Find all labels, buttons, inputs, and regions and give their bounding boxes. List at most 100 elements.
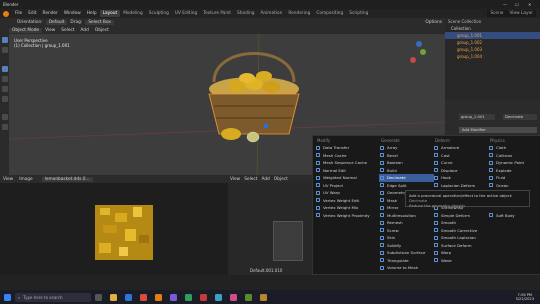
app-taskbar-icon[interactable] (200, 293, 207, 301)
close-icon[interactable]: ✕ (528, 2, 531, 7)
menu-item[interactable]: Warp (433, 249, 488, 257)
taskbar-clock[interactable]: 7:56 PM 5/22/2023 (516, 293, 534, 301)
image-menu-image[interactable]: Image (16, 177, 35, 182)
menu-item[interactable]: UV Warp (315, 189, 370, 197)
windows-start-icon[interactable] (4, 293, 11, 301)
modifier-type-field[interactable]: Decimate (503, 114, 537, 120)
menu-item[interactable]: Skin (379, 234, 434, 242)
menu-item[interactable]: Curve (433, 159, 488, 167)
menu-item[interactable]: Vertex Weight Edit (315, 197, 370, 205)
view-layer-selector[interactable]: View Layer (506, 10, 536, 17)
menu-edit[interactable]: Edit (25, 11, 39, 16)
menu-item[interactable]: Boolean (379, 159, 434, 167)
app-taskbar-icon[interactable] (245, 293, 252, 301)
menu-item[interactable]: Laplacian Deform (433, 182, 488, 190)
menu-item[interactable]: Displace (433, 167, 488, 175)
menu-item[interactable]: Armature (433, 144, 488, 152)
menu-item[interactable]: Triangulate (379, 257, 434, 265)
image-editor-canvas[interactable] (0, 183, 228, 275)
maximize-icon[interactable]: ☐ (515, 2, 519, 7)
menu-item[interactable]: Smooth (433, 219, 488, 227)
tab-layout[interactable]: Layout (99, 10, 121, 17)
tab-compositing[interactable]: Compositing (313, 10, 346, 17)
menu-item[interactable]: Remesh (379, 219, 434, 227)
image-name-field[interactable]: lemonbasket.dds.0... (41, 176, 93, 182)
node-menu-select[interactable]: Select (242, 177, 259, 182)
select-box-tool-icon[interactable] (2, 37, 8, 43)
tab-uv-editing[interactable]: UV Editing (172, 10, 200, 17)
menu-render[interactable]: Render (40, 11, 61, 16)
app-taskbar-icon[interactable] (170, 293, 177, 301)
menu-item[interactable]: Solidify (379, 242, 434, 250)
basket-model[interactable] (208, 52, 300, 143)
menu-item[interactable]: Fluid (488, 174, 540, 182)
image-menu-view[interactable]: View (0, 177, 16, 182)
menu-file[interactable]: File (12, 11, 25, 16)
menu-item[interactable]: Volume to Mesh (379, 264, 434, 272)
drag-dropdown[interactable]: Select Box (85, 19, 114, 25)
scene-selector[interactable]: Scene (487, 10, 507, 17)
menu-item[interactable]: Collision (488, 152, 540, 160)
menu-item-highlighted[interactable]: Decimate (379, 174, 434, 182)
outliner-row[interactable]: group_1.003 (445, 46, 540, 53)
viewport-menu-object[interactable]: Object (92, 28, 112, 33)
blender-logo-icon[interactable] (3, 10, 9, 17)
tab-rendering[interactable]: Rendering (285, 10, 313, 17)
menu-help[interactable]: Help (84, 11, 100, 16)
tab-modeling[interactable]: Modeling (120, 10, 146, 17)
app-taskbar-icon[interactable] (185, 293, 192, 301)
menu-item[interactable]: Dynamic Paint (488, 159, 540, 167)
menu-item[interactable]: Vertex Weight Mix (315, 204, 370, 212)
menu-item[interactable]: Subdivision Surface (379, 249, 434, 257)
menu-item[interactable]: Surface Deform (433, 242, 488, 250)
object-name-field[interactable]: group_1.001 (459, 114, 495, 120)
menu-item[interactable]: Smooth Laplacian (433, 234, 488, 242)
tab-texture-paint[interactable]: Texture Paint (200, 10, 234, 17)
menu-item[interactable]: Cloth (488, 144, 540, 152)
tab-scripting[interactable]: Scripting (346, 10, 371, 17)
tab-animation[interactable]: Animation (257, 10, 285, 17)
menu-item[interactable]: Bevel (379, 152, 434, 160)
annotate-tool-icon[interactable] (2, 114, 8, 120)
menu-item[interactable]: Mesh Sequence Cache (315, 159, 370, 167)
menu-item[interactable]: Normal Edit (315, 167, 370, 175)
orientation-dropdown[interactable]: Default (45, 19, 68, 25)
node-menu-object[interactable]: Object (272, 177, 290, 182)
file-explorer-icon[interactable] (110, 293, 117, 301)
menu-item[interactable]: Hook (433, 174, 488, 182)
outliner-row-selected[interactable]: group_1.001 (445, 32, 540, 39)
menu-item[interactable]: Mesh Cache (315, 152, 370, 160)
tab-sculpting[interactable]: Sculpting (146, 10, 172, 17)
menu-item[interactable]: Array (379, 144, 434, 152)
node-menu-add[interactable]: Add (259, 177, 271, 182)
menu-item[interactable]: Build (379, 167, 434, 175)
tab-shading[interactable]: Shading (234, 10, 257, 17)
chrome-browser-icon[interactable] (140, 293, 147, 301)
add-modifier-button[interactable]: Add Modifier (459, 127, 537, 133)
transform-tool-icon[interactable] (2, 96, 8, 102)
menu-item[interactable]: Simple Deform (433, 212, 488, 220)
app-taskbar-icon[interactable] (215, 293, 222, 301)
menu-item[interactable]: Multiresolution (379, 212, 434, 220)
app-taskbar-icon[interactable] (260, 293, 267, 301)
menu-item[interactable]: UV Project (315, 182, 370, 190)
taskbar-search-input[interactable]: ⌕ Type here to search (15, 292, 91, 302)
rotate-tool-icon[interactable] (2, 76, 8, 82)
menu-item[interactable]: Data Transfer (315, 144, 370, 152)
task-view-icon[interactable] (95, 293, 102, 301)
cursor-tool-icon[interactable] (2, 47, 8, 53)
scale-tool-icon[interactable] (2, 86, 8, 92)
menu-item[interactable]: Wave (433, 257, 488, 265)
menu-item[interactable]: Weighted Normal (315, 174, 370, 182)
minimize-icon[interactable]: — (503, 2, 507, 7)
menu-item[interactable]: Soft Body (488, 212, 540, 220)
outliner-row[interactable]: group_1.004 (445, 53, 540, 60)
app-taskbar-icon[interactable] (230, 293, 237, 301)
menu-item[interactable]: Smooth Corrective (433, 227, 488, 235)
viewport-menu-add[interactable]: Add (78, 28, 92, 33)
menu-item[interactable]: Explode (488, 167, 540, 175)
viewport-menu-view[interactable]: View (42, 28, 58, 33)
node-editor-canvas[interactable]: Default.001.010 (228, 183, 312, 275)
outliner-row-collection[interactable]: Collection (445, 25, 540, 32)
menu-item[interactable]: Cast (433, 152, 488, 160)
